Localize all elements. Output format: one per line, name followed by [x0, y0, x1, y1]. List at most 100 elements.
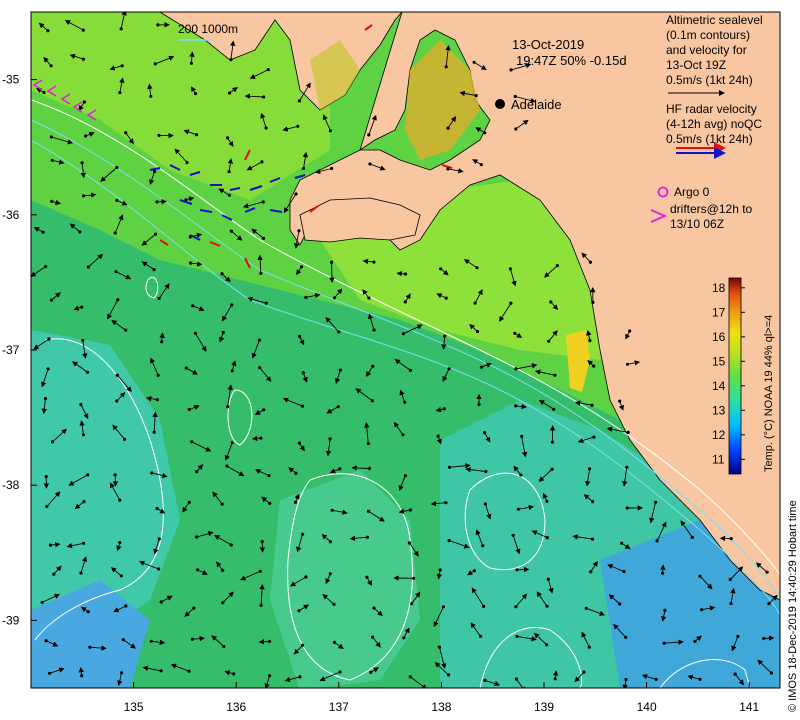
colorbar-tick-label: 18 [712, 281, 726, 295]
velocity-origin-dot [152, 268, 156, 272]
credit-text: © IMOS 18-Dec-2019 14:40:29 Hobart time [787, 500, 799, 712]
velocity-origin-dot [483, 131, 487, 135]
velocity-origin-dot [221, 601, 225, 605]
velocity-origin-dot [332, 640, 337, 645]
velocity-origin-dot [185, 160, 189, 165]
velocity-origin-dot [232, 672, 236, 676]
velocity-origin-dot [157, 296, 161, 301]
velocity-origin-dot [152, 430, 156, 434]
velocity-origin-dot [49, 64, 53, 68]
velocity-origin-dot [258, 569, 262, 573]
velocity-origin-dot [474, 94, 478, 98]
velocity-origin-dot [189, 261, 193, 265]
velocity-origin-dot [262, 408, 266, 412]
velocity-origin-dot [690, 535, 694, 540]
velocity-origin-dot [589, 570, 593, 574]
velocity-origin-dot [514, 677, 519, 681]
velocity-origin-dot [698, 677, 702, 681]
velocity-origin-dot [478, 634, 483, 638]
velocity-origin-dot [296, 124, 300, 128]
velocity-origin-dot [509, 68, 513, 72]
velocity-origin-dot [625, 506, 629, 510]
velocity-origin-dot [115, 198, 119, 202]
velocity-origin-dot [439, 267, 443, 271]
velocity-origin-dot [515, 568, 519, 572]
velocity-origin-dot [300, 404, 305, 408]
velocity-origin-dot [52, 572, 56, 576]
velocity-origin-dot [475, 266, 479, 270]
drifter-line-2: 13/10 06Z [670, 217, 724, 231]
velocity-origin-dot [550, 440, 555, 444]
velocity-origin-dot [150, 471, 154, 475]
velocity-origin-dot [86, 473, 90, 477]
velocity-origin-dot [661, 571, 665, 575]
velocity-origin-dot [184, 366, 188, 370]
velocity-origin-dot [408, 675, 412, 679]
velocity-origin-dot [408, 508, 413, 512]
velocity-origin-dot [44, 265, 48, 269]
drifter-line-1: drifters@12h to [670, 202, 753, 216]
velocity-origin-dot [368, 162, 372, 166]
velocity-origin-dot [587, 645, 591, 649]
velocity-origin-dot [259, 603, 263, 607]
lon-tick-label: 137 [329, 700, 349, 714]
velocity-origin-dot [45, 504, 49, 509]
velocity-origin-dot [267, 639, 272, 644]
velocity-origin-dot [736, 634, 740, 639]
velocity-origin-dot [654, 500, 658, 504]
velocity-origin-dot [367, 133, 371, 137]
velocity-origin-dot [479, 163, 483, 167]
velocity-origin-dot [82, 194, 86, 198]
velocity-origin-dot [545, 643, 549, 647]
colorbar-label: Temp. (°C) NOAA 19 44% ql>=4 [763, 315, 775, 472]
velocity-origin-dot [43, 397, 48, 401]
altimetric-line-3: and velocity for [666, 43, 747, 57]
velocity-origin-dot [547, 339, 551, 343]
velocity-origin-dot [267, 474, 271, 478]
velocity-origin-dot [550, 467, 554, 471]
velocity-origin-dot [113, 231, 117, 235]
velocity-origin-dot [301, 371, 305, 375]
velocity-origin-dot [225, 464, 229, 468]
velocity-origin-dot [193, 92, 198, 96]
velocity-origin-dot [260, 540, 264, 544]
hf-line-1: HF radar velocity [666, 102, 757, 116]
lon-tick-label: 136 [226, 700, 246, 714]
velocity-origin-dot [86, 265, 90, 269]
velocity-origin-dot [297, 99, 301, 103]
velocity-origin-dot [520, 434, 524, 438]
velocity-origin-dot [401, 433, 405, 437]
velocity-origin-dot [552, 407, 556, 411]
velocity-origin-dot [545, 499, 549, 503]
velocity-origin-dot [438, 568, 442, 572]
velocity-origin-dot [663, 608, 667, 613]
velocity-origin-dot [588, 467, 592, 471]
velocity-origin-dot [300, 265, 304, 269]
velocity-origin-dot [444, 296, 448, 300]
velocity-origin-dot [403, 272, 408, 276]
velocity-origin-dot [227, 91, 232, 95]
scale-label: 200 1000m [178, 22, 238, 36]
velocity-origin-dot [403, 400, 407, 404]
velocity-origin-dot [624, 677, 628, 682]
velocity-origin-dot [442, 407, 446, 411]
velocity-origin-dot [84, 134, 88, 138]
velocity-origin-dot [403, 474, 407, 478]
velocity-origin-dot [188, 235, 192, 239]
velocity-origin-dot [155, 398, 159, 402]
velocity-origin-dot [338, 467, 342, 471]
velocity-origin-dot [590, 537, 595, 541]
velocity-origin-dot [153, 169, 157, 173]
velocity-origin-dot [155, 200, 159, 204]
colorbar-tick-label: 11 [712, 452, 725, 466]
velocity-origin-dot [260, 160, 264, 164]
velocity-origin-dot [149, 94, 153, 98]
velocity-origin-dot [482, 604, 486, 609]
velocity-origin-dot [221, 568, 225, 573]
velocity-origin-dot [44, 639, 48, 643]
lon-tick-label: 135 [124, 700, 144, 714]
velocity-origin-dot [447, 367, 451, 371]
velocity-origin-dot [153, 232, 158, 236]
velocity-origin-dot [298, 334, 302, 338]
hf-line-2: (4-12h avg) noQC [666, 117, 762, 131]
